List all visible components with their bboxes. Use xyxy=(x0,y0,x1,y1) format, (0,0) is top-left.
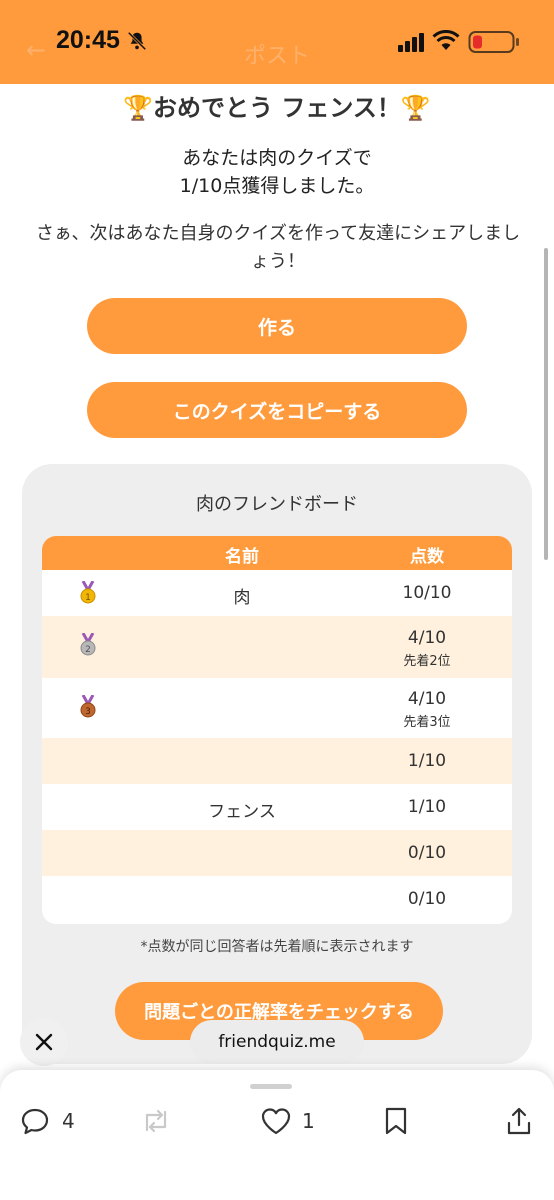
table-header: 名前 点数 xyxy=(42,536,512,570)
leaderboard-table: 名前 点数 1 肉 10/10 2 4/10 先着2位 3 4/10 先着3位 … xyxy=(42,536,512,924)
table-row: 0/10 xyxy=(42,876,512,924)
battery-low-icon xyxy=(468,31,519,53)
table-row: 0/10 xyxy=(42,830,512,876)
table-row: 1/10 xyxy=(42,738,512,784)
domain-label[interactable]: friendquiz.me xyxy=(190,1020,364,1064)
status-time: 20:45 xyxy=(56,26,120,54)
player-score: 1/10 xyxy=(407,751,447,771)
bell-slash-icon xyxy=(127,31,147,51)
gold-medal-icon: 1 xyxy=(80,581,96,604)
like-count: 1 xyxy=(302,1109,315,1133)
table-row: 2 4/10 先着2位 xyxy=(42,616,512,678)
invite-text: さぁ、次はあなた自身のクイズを作って友達にシェアしましょう！ xyxy=(35,223,521,272)
reply-count: 4 xyxy=(62,1109,75,1133)
column-name-header: 名前 xyxy=(225,547,259,567)
player-score: 0/10 xyxy=(407,843,447,863)
make-quiz-button[interactable]: 作る xyxy=(87,298,467,354)
bookmark-button[interactable] xyxy=(382,1106,410,1136)
svg-text:1: 1 xyxy=(85,593,91,603)
table-row: フェンス 1/10 xyxy=(42,784,512,830)
copy-quiz-button[interactable]: このクイズをコピーする xyxy=(87,382,467,438)
close-button[interactable] xyxy=(20,1018,68,1066)
close-icon xyxy=(35,1033,53,1051)
header-title: ポスト xyxy=(244,44,311,69)
table-row: 1 肉 10/10 xyxy=(42,570,512,616)
bookmark-icon xyxy=(385,1107,407,1135)
reply-button[interactable]: 4 xyxy=(20,1106,75,1136)
repost-icon xyxy=(145,1109,167,1133)
player-score: 4/10 xyxy=(407,689,447,709)
arrival-rank-note: 先着2位 xyxy=(403,654,451,669)
congrats-heading: 🏆おめでとう フェンス！🏆 xyxy=(123,94,431,122)
status-bar: ← 20:45 ポスト xyxy=(0,0,554,84)
svg-text:2: 2 xyxy=(85,645,91,655)
column-score-header: 点数 xyxy=(410,547,444,567)
player-score: 0/10 xyxy=(407,889,447,909)
player-name: 肉 xyxy=(233,588,251,608)
signal-icon xyxy=(398,33,424,52)
reply-icon xyxy=(21,1108,49,1135)
arrival-rank-note: 先着3位 xyxy=(403,715,451,730)
table-row: 3 4/10 先着3位 xyxy=(42,678,512,738)
like-button[interactable]: 1 xyxy=(260,1106,315,1136)
post-action-bar: 4 1 xyxy=(0,1070,554,1200)
wifi-icon xyxy=(432,30,460,50)
player-name: フェンス xyxy=(208,802,276,822)
svg-text:3: 3 xyxy=(85,707,91,717)
friend-board: 肉のフレンドボード 名前 点数 1 肉 10/10 2 4/10 先着2位 3 … xyxy=(22,464,532,1064)
board-title: 肉のフレンドボード xyxy=(196,494,358,515)
score-message: あなたは肉のクイズで 1/10点獲得しました。 xyxy=(179,147,375,197)
share-icon xyxy=(507,1107,531,1135)
sheet-grabber[interactable] xyxy=(250,1084,292,1089)
player-score: 4/10 xyxy=(407,628,447,648)
player-score: 1/10 xyxy=(407,797,447,817)
bronze-medal-icon: 3 xyxy=(80,695,96,718)
silver-medal-icon: 2 xyxy=(80,633,96,656)
back-arrow-icon[interactable]: ← xyxy=(26,36,46,64)
repost-button[interactable] xyxy=(140,1106,180,1136)
tie-footnote: *点数が同じ回答者は先着順に表示されます xyxy=(140,939,414,955)
heart-icon xyxy=(261,1108,291,1135)
scrollbar[interactable] xyxy=(544,248,548,560)
player-score: 10/10 xyxy=(402,583,452,603)
share-button[interactable] xyxy=(504,1106,534,1136)
